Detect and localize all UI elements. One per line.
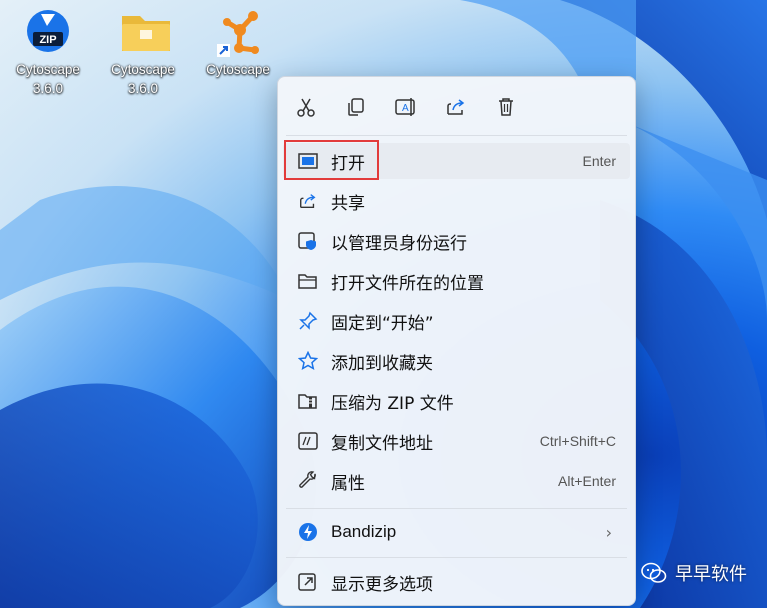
menu-item-copy-path[interactable]: 复制文件地址 Ctrl+Shift+C [283,423,630,459]
desktop-icon-shortcut[interactable]: Cytoscape [199,8,277,79]
desktop-icon-folder[interactable]: Cytoscape 3.6.0 [104,8,182,98]
zip-badge: ZIP [39,34,56,46]
cut-icon [297,98,315,117]
folder-icon [120,8,170,54]
desktop-icon-label: Cytoscape 3.6.0 [16,62,80,96]
menu-item-add-favorites[interactable]: 添加到收藏夹 [283,343,630,379]
pin-icon [297,311,319,331]
menu-item-shortcut: Alt+Enter [558,473,616,489]
rename-button[interactable]: A [390,91,422,123]
zip-folder-icon [297,391,319,411]
rename-icon: A [395,98,415,116]
folder-open-icon [297,271,319,291]
cut-button[interactable] [290,91,322,123]
menu-item-label: 共享 [331,193,365,214]
menu-item-open[interactable]: 打开 Enter [283,143,630,179]
menu-item-label: 固定到“开始” [331,313,434,334]
open-window-icon [297,151,319,171]
menu-toolbar: A [278,77,635,135]
star-icon [297,351,319,371]
menu-item-bandizip[interactable]: Bandizip › [283,514,630,550]
context-menu: A 打开 Enter 共享 以管理员身份运行 打开文件所在的位置 固定到“开始”… [277,76,636,606]
desktop-icon-label: Cytoscape 3.6.0 [111,62,175,96]
bandizip-icon [297,522,319,542]
more-options-icon [297,572,319,592]
copy-button[interactable] [340,91,372,123]
copy-path-icon [297,431,319,451]
bandizip-archive-icon: ZIP [25,8,71,54]
menu-item-open-location[interactable]: 打开文件所在的位置 [283,263,630,299]
share-button[interactable] [440,91,472,123]
desktop-icon-zip[interactable]: ZIP Cytoscape 3.6.0 [9,8,87,98]
menu-item-label: 打开 [331,153,365,174]
menu-separator [286,557,627,558]
menu-item-share[interactable]: 共享 [283,183,630,219]
share-icon [297,191,319,211]
copy-icon [348,98,364,116]
menu-separator [286,135,627,136]
menu-item-pin-start[interactable]: 固定到“开始” [283,303,630,339]
cytoscape-shortcut-icon [215,8,261,57]
menu-item-label: 压缩为 ZIP 文件 [331,393,454,414]
delete-button[interactable] [490,91,522,123]
menu-item-label: 显示更多选项 [331,574,433,595]
wechat-icon [641,562,667,583]
menu-item-run-as-admin[interactable]: 以管理员身份运行 [283,223,630,259]
watermark: 早早软件 [641,560,747,586]
wrench-icon [297,471,319,491]
watermark-text: 早早软件 [675,564,747,585]
delete-icon [499,98,513,116]
menu-item-label: 打开文件所在的位置 [331,273,484,294]
menu-item-label: 添加到收藏夹 [331,353,433,374]
share-icon [447,99,465,115]
menu-item-properties[interactable]: 属性 Alt+Enter [283,463,630,499]
svg-text:A: A [402,103,409,114]
desktop-icon-label: Cytoscape [206,62,270,77]
menu-item-compress-zip[interactable]: 压缩为 ZIP 文件 [283,383,630,419]
menu-separator [286,508,627,509]
menu-item-label: 属性 [331,473,365,494]
menu-item-label: Bandizip [331,522,397,541]
chevron-right-icon: › [605,522,612,542]
menu-item-label: 复制文件地址 [331,433,433,454]
menu-item-shortcut: Ctrl+Shift+C [539,433,616,449]
menu-item-show-more[interactable]: 显示更多选项 [283,564,630,600]
run-as-admin-icon [297,231,319,251]
menu-item-shortcut: Enter [582,153,616,169]
menu-item-label: 以管理员身份运行 [331,233,467,254]
